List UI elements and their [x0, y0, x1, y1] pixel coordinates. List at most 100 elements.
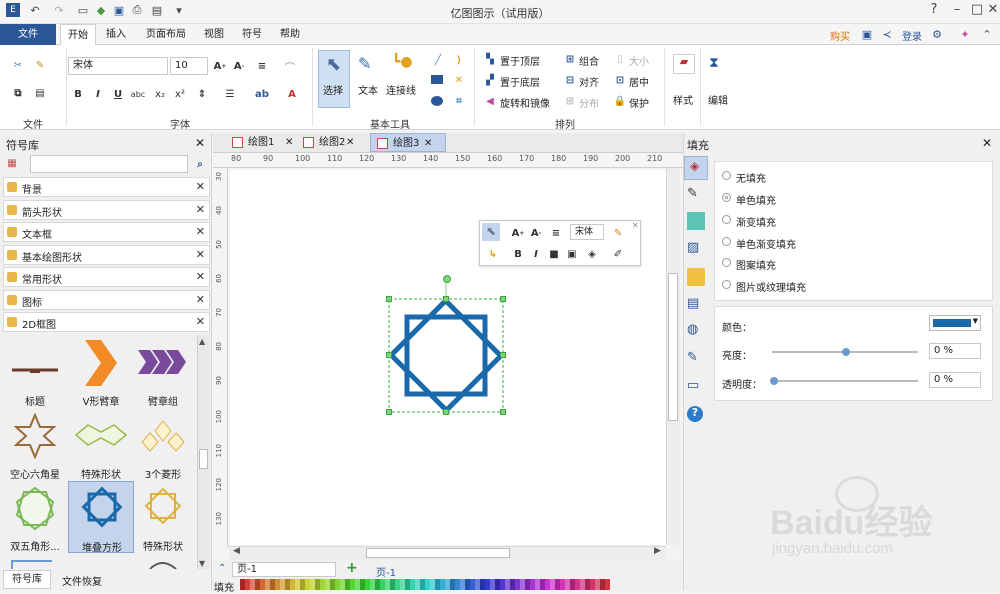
save-icon[interactable]: ▣	[112, 3, 126, 17]
float-connector-icon[interactable]: ↳	[485, 246, 501, 262]
fill-panel-close-icon[interactable]: ✕	[982, 136, 992, 150]
close-icon[interactable]: ✕	[196, 293, 205, 306]
resize-handle[interactable]	[386, 296, 392, 302]
tab-symbol[interactable]: 符号	[236, 24, 268, 45]
print-icon[interactable]: ⎙	[130, 3, 144, 17]
transparency-slider-thumb[interactable]	[770, 377, 778, 385]
float-grow-font-icon[interactable]: A +	[510, 225, 526, 241]
library-category[interactable]: 常用形状 ✕	[3, 267, 210, 287]
float-shadow-icon[interactable]: ▣	[564, 246, 580, 262]
connector-tool-label[interactable]: 连接线	[386, 82, 416, 97]
line-icon[interactable]: ╱	[430, 52, 446, 68]
font-size-select[interactable]: 10	[170, 57, 208, 75]
paste-icon[interactable]: ▤	[32, 85, 48, 101]
italic-icon[interactable]: I	[90, 86, 106, 102]
close-icon[interactable]: ✕	[424, 134, 432, 153]
new-icon[interactable]: ▭	[76, 3, 90, 17]
note-icon[interactable]: ✎	[687, 350, 705, 368]
radio-gradient-fill[interactable]	[722, 215, 731, 224]
copy-icon[interactable]: ⧉	[10, 85, 26, 101]
library-menu-icon[interactable]: ▦	[4, 155, 20, 171]
resize-handle[interactable]	[443, 409, 449, 415]
align-objects-icon[interactable]: ⊟	[562, 72, 578, 88]
radio-picture-fill[interactable]	[722, 280, 731, 289]
shape-item[interactable]: 双五角形...	[2, 483, 68, 553]
radio-pattern-fill[interactable]	[722, 258, 731, 267]
page-up-icon[interactable]: ⌃	[218, 563, 226, 574]
rotation-handle[interactable]	[443, 275, 451, 283]
close-icon[interactable]: ✕	[196, 248, 205, 261]
cut-icon[interactable]: ✂	[10, 57, 26, 73]
search-icon[interactable]: ⌕	[192, 156, 208, 172]
image-tab-icon[interactable]: ▨	[687, 240, 705, 258]
resize-handle[interactable]	[500, 296, 506, 302]
float-italic-icon[interactable]: I	[528, 246, 544, 262]
page-tab[interactable]: 页-1	[376, 564, 396, 579]
align-icon[interactable]: ≡	[254, 58, 270, 74]
bring-front-button[interactable]: 置于顶层	[500, 53, 540, 68]
float-shrink-font-icon[interactable]: A-	[528, 225, 544, 241]
increase-font-icon[interactable]: A +	[212, 58, 228, 74]
binoculars-icon[interactable]: ⧗	[709, 55, 719, 71]
doc-tab[interactable]: 绘图2 ✕	[297, 133, 367, 152]
transparency-slider[interactable]	[772, 380, 918, 382]
open-icon[interactable]: ◆	[94, 3, 108, 17]
library-tab[interactable]: 符号库	[3, 570, 51, 589]
rotate-icon[interactable]: ◀	[482, 93, 498, 109]
library-category[interactable]: 文本框 ✕	[3, 222, 210, 242]
font-name-select[interactable]: 宋体	[68, 57, 168, 75]
cross-icon[interactable]: ✕	[451, 72, 467, 88]
add-page-icon[interactable]: +	[346, 560, 358, 576]
text-tool-icon[interactable]: ✎	[358, 54, 371, 73]
protect-button[interactable]: 保护	[629, 95, 649, 110]
shape-item[interactable]: 特殊形状	[68, 411, 134, 481]
library-category[interactable]: 2D框图 ✕	[3, 312, 210, 332]
distribute-icon[interactable]: ⊞	[562, 93, 578, 109]
float-select-icon[interactable]: ⬉	[482, 223, 500, 241]
option-no-fill[interactable]: 无填充	[736, 170, 766, 185]
library-category[interactable]: 箭头形状 ✕	[3, 200, 210, 220]
text-tool-label[interactable]: 文本	[358, 82, 378, 97]
theme-icon[interactable]: ✦	[958, 27, 972, 41]
tab-view[interactable]: 视图	[198, 24, 230, 45]
library-scroll-thumb[interactable]	[199, 449, 208, 469]
library-close-icon[interactable]: ✕	[195, 136, 205, 150]
close-icon[interactable]: ✕	[196, 270, 205, 283]
color-palette[interactable]	[240, 579, 610, 590]
crop-icon[interactable]: ⌗	[451, 93, 467, 109]
export-icon[interactable]: ▤	[150, 3, 164, 17]
distribute-button[interactable]: 分布	[579, 95, 599, 110]
close-icon[interactable]: ✕	[285, 133, 293, 152]
resize-handle[interactable]	[500, 409, 506, 415]
bullets-icon[interactable]: ☰	[222, 86, 238, 102]
underline-icon[interactable]: U	[110, 86, 126, 102]
redo-icon[interactable]: ↷	[52, 3, 66, 17]
close-icon[interactable]: ✕	[196, 180, 205, 193]
scroll-up-icon[interactable]: ▲	[199, 337, 205, 346]
close-icon[interactable]: ✕	[196, 203, 205, 216]
palette-swatch[interactable]	[605, 579, 610, 590]
shape-item[interactable]: V形臂章	[68, 338, 134, 408]
float-fill-icon[interactable]: ■	[546, 246, 562, 262]
option-picture-fill[interactable]: 图片或纹理填充	[736, 279, 806, 294]
doc-tab-active[interactable]: 绘图3 ✕	[370, 133, 446, 152]
globe-icon[interactable]: ◍	[687, 322, 705, 340]
center-button[interactable]: 居中	[629, 74, 649, 89]
tab-file[interactable]: 文件	[0, 24, 56, 45]
font-color-icon[interactable]: A	[284, 86, 300, 102]
bold-icon[interactable]: B	[70, 86, 86, 102]
close-icon[interactable]: ✕	[196, 315, 205, 328]
ellipse-icon[interactable]	[431, 96, 443, 106]
tab-help[interactable]: 帮助	[274, 24, 306, 45]
brightness-input[interactable]: 0 %	[929, 343, 981, 359]
share-icon[interactable]: ≺	[880, 27, 894, 41]
minimize-button[interactable]: –	[946, 2, 968, 20]
float-format-painter-icon[interactable]: ✎	[610, 225, 626, 241]
option-gradient-fill[interactable]: 渐变填充	[736, 214, 776, 229]
shape-item[interactable]: 3个菱形	[130, 411, 196, 481]
buy-link[interactable]: 购买	[830, 28, 850, 43]
float-bold-icon[interactable]: B	[510, 246, 526, 262]
style-button[interactable]: 样式	[673, 92, 693, 107]
float-line-style-icon[interactable]: ✐	[610, 246, 626, 262]
login-link[interactable]: 登录	[902, 28, 922, 43]
